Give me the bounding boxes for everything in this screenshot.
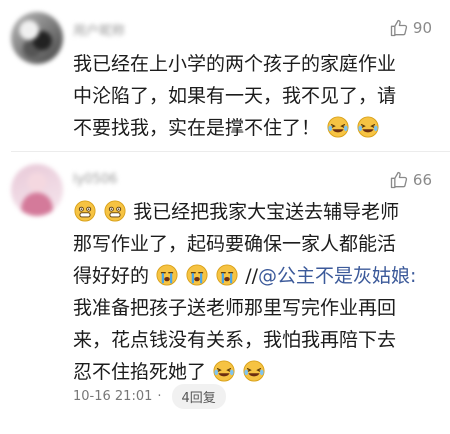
timestamp: 10-16 21:01: [73, 389, 153, 404]
comment-1: 用户昵称 90 我已经在上小学的两个孩子的家庭作业 中沦陷了，如果有一天，我不见…: [0, 0, 450, 152]
text-segment: 不要找我，实在是撑不住了！: [73, 117, 321, 139]
crying-emoji: [156, 264, 178, 286]
text-segment: 得好好的: [73, 265, 150, 287]
comment-text: 我已经把我家大宝送去辅导老师 那写作业了，起码要确保一家人都能活 得好好的 //…: [73, 196, 438, 388]
crying-emoji: [186, 264, 208, 286]
thumbs-up-icon: [389, 18, 409, 38]
like-button[interactable]: 66: [389, 170, 432, 190]
comment-line: 我准备把孩子送老师那里写完作业再回: [73, 292, 438, 324]
repost-separator: //: [245, 265, 259, 287]
text-segment: 来，花点钱没有关系，我怕我再陪下去: [73, 329, 397, 351]
comment-line: 来，花点钱没有关系，我怕我再陪下去: [73, 324, 438, 356]
comment-line: 不要找我，实在是撑不住了！: [73, 112, 438, 144]
username[interactable]: ly0506: [73, 172, 117, 190]
meta-separator: ·: [157, 389, 162, 404]
mention-link[interactable]: @公主不是灰姑娘:: [258, 265, 416, 287]
comment-line: 中沦陷了，如果有一天，我不见了，请: [73, 80, 438, 112]
text-segment: 那写作业了，起码要确保一家人都能活: [73, 233, 397, 255]
grin-emoji: [104, 200, 126, 222]
like-count: 90: [412, 19, 432, 37]
grin-emoji: [74, 200, 96, 222]
comment-2: ly0506 66 我已经把我家大宝送去辅导老师 那写作业了，起码要确保一家人都…: [0, 152, 450, 434]
comment-line: 那写作业了，起码要确保一家人都能活: [73, 228, 438, 260]
text-segment: 我已经在上小学的两个孩子的家庭作业: [73, 53, 397, 75]
crying-emoji: [216, 264, 238, 286]
comment-line: 我已经把我家大宝送去辅导老师: [73, 196, 438, 228]
comment-line: 我已经在上小学的两个孩子的家庭作业: [73, 48, 438, 80]
username[interactable]: 用户昵称: [73, 20, 125, 39]
laugh-cry-emoji: [243, 360, 265, 382]
laugh-cry-emoji: [213, 360, 235, 382]
avatar[interactable]: [11, 12, 63, 64]
laugh-cry-emoji: [327, 116, 349, 138]
text-segment: 我准备把孩子送老师那里写完作业再回: [73, 297, 397, 319]
text-segment: 中沦陷了，如果有一天，我不见了，请: [73, 85, 397, 107]
text-segment: 忍不住掐死她了: [73, 361, 207, 383]
comment-meta: 10-16 21:01 · 4回复: [73, 384, 226, 409]
comment-line: 得好好的 //@公主不是灰姑娘:: [73, 260, 438, 292]
comment-text: 我已经在上小学的两个孩子的家庭作业 中沦陷了，如果有一天，我不见了，请 不要找我…: [73, 48, 438, 144]
thumbs-up-icon: [389, 170, 409, 190]
text-segment: 我已经把我家大宝送去辅导老师: [133, 201, 400, 223]
like-button[interactable]: 90: [389, 18, 432, 38]
laugh-cry-emoji: [357, 116, 379, 138]
like-count: 66: [412, 171, 432, 189]
reply-button[interactable]: 4回复: [171, 384, 226, 409]
avatar[interactable]: [11, 164, 63, 216]
